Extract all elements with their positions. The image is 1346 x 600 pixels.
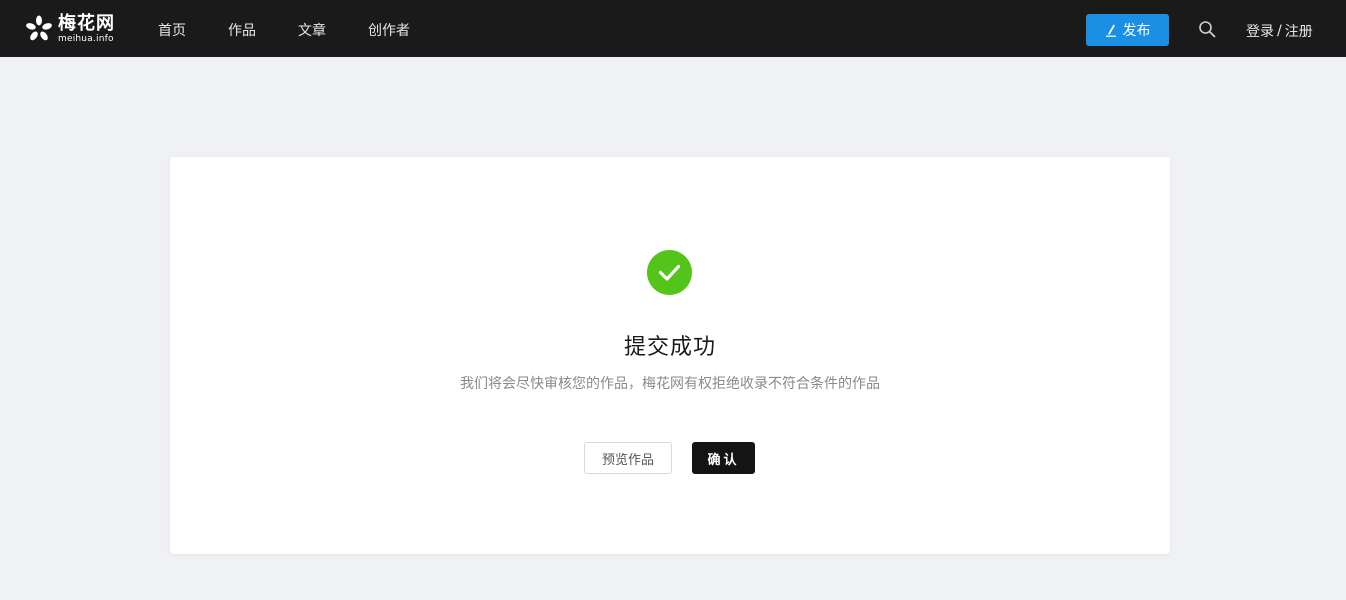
- result-card: 提交成功 我们将会尽快审核您的作品，梅花网有权拒绝收录不符合条件的作品 预览作品…: [170, 157, 1170, 554]
- nav-creators[interactable]: 创作者: [368, 20, 410, 40]
- result-description: 我们将会尽快审核您的作品，梅花网有权拒绝收录不符合条件的作品: [460, 376, 880, 392]
- site-logo[interactable]: 梅花网 meihua.info: [24, 13, 115, 45]
- nav-works[interactable]: 作品: [228, 20, 256, 40]
- auth-separator: /: [1277, 23, 1282, 39]
- pen-icon: [1105, 24, 1116, 37]
- confirm-button[interactable]: 确认: [692, 442, 755, 474]
- login-link[interactable]: 登录: [1246, 21, 1274, 41]
- register-link[interactable]: 注册: [1285, 21, 1313, 41]
- preview-work-button[interactable]: 预览作品: [584, 442, 672, 474]
- search-icon[interactable]: [1198, 20, 1216, 38]
- logo-name: 梅花网: [58, 12, 115, 34]
- publish-button[interactable]: 发布: [1086, 14, 1169, 46]
- top-navigation-bar: 梅花网 meihua.info 首页 作品 文章 创作者 发布 登录 / 注册: [0, 0, 1346, 57]
- logo-text: 梅花网 meihua.info: [58, 12, 115, 44]
- nav-articles[interactable]: 文章: [298, 20, 326, 40]
- result-title: 提交成功: [623, 335, 716, 360]
- auth-links: 登录 / 注册: [1246, 21, 1313, 41]
- flower-logo-icon: [26, 15, 52, 41]
- check-circle-icon: [647, 250, 692, 295]
- nav-home[interactable]: 首页: [158, 20, 186, 40]
- publish-label: 发布: [1122, 23, 1151, 39]
- logo-domain: meihua.info: [58, 33, 114, 44]
